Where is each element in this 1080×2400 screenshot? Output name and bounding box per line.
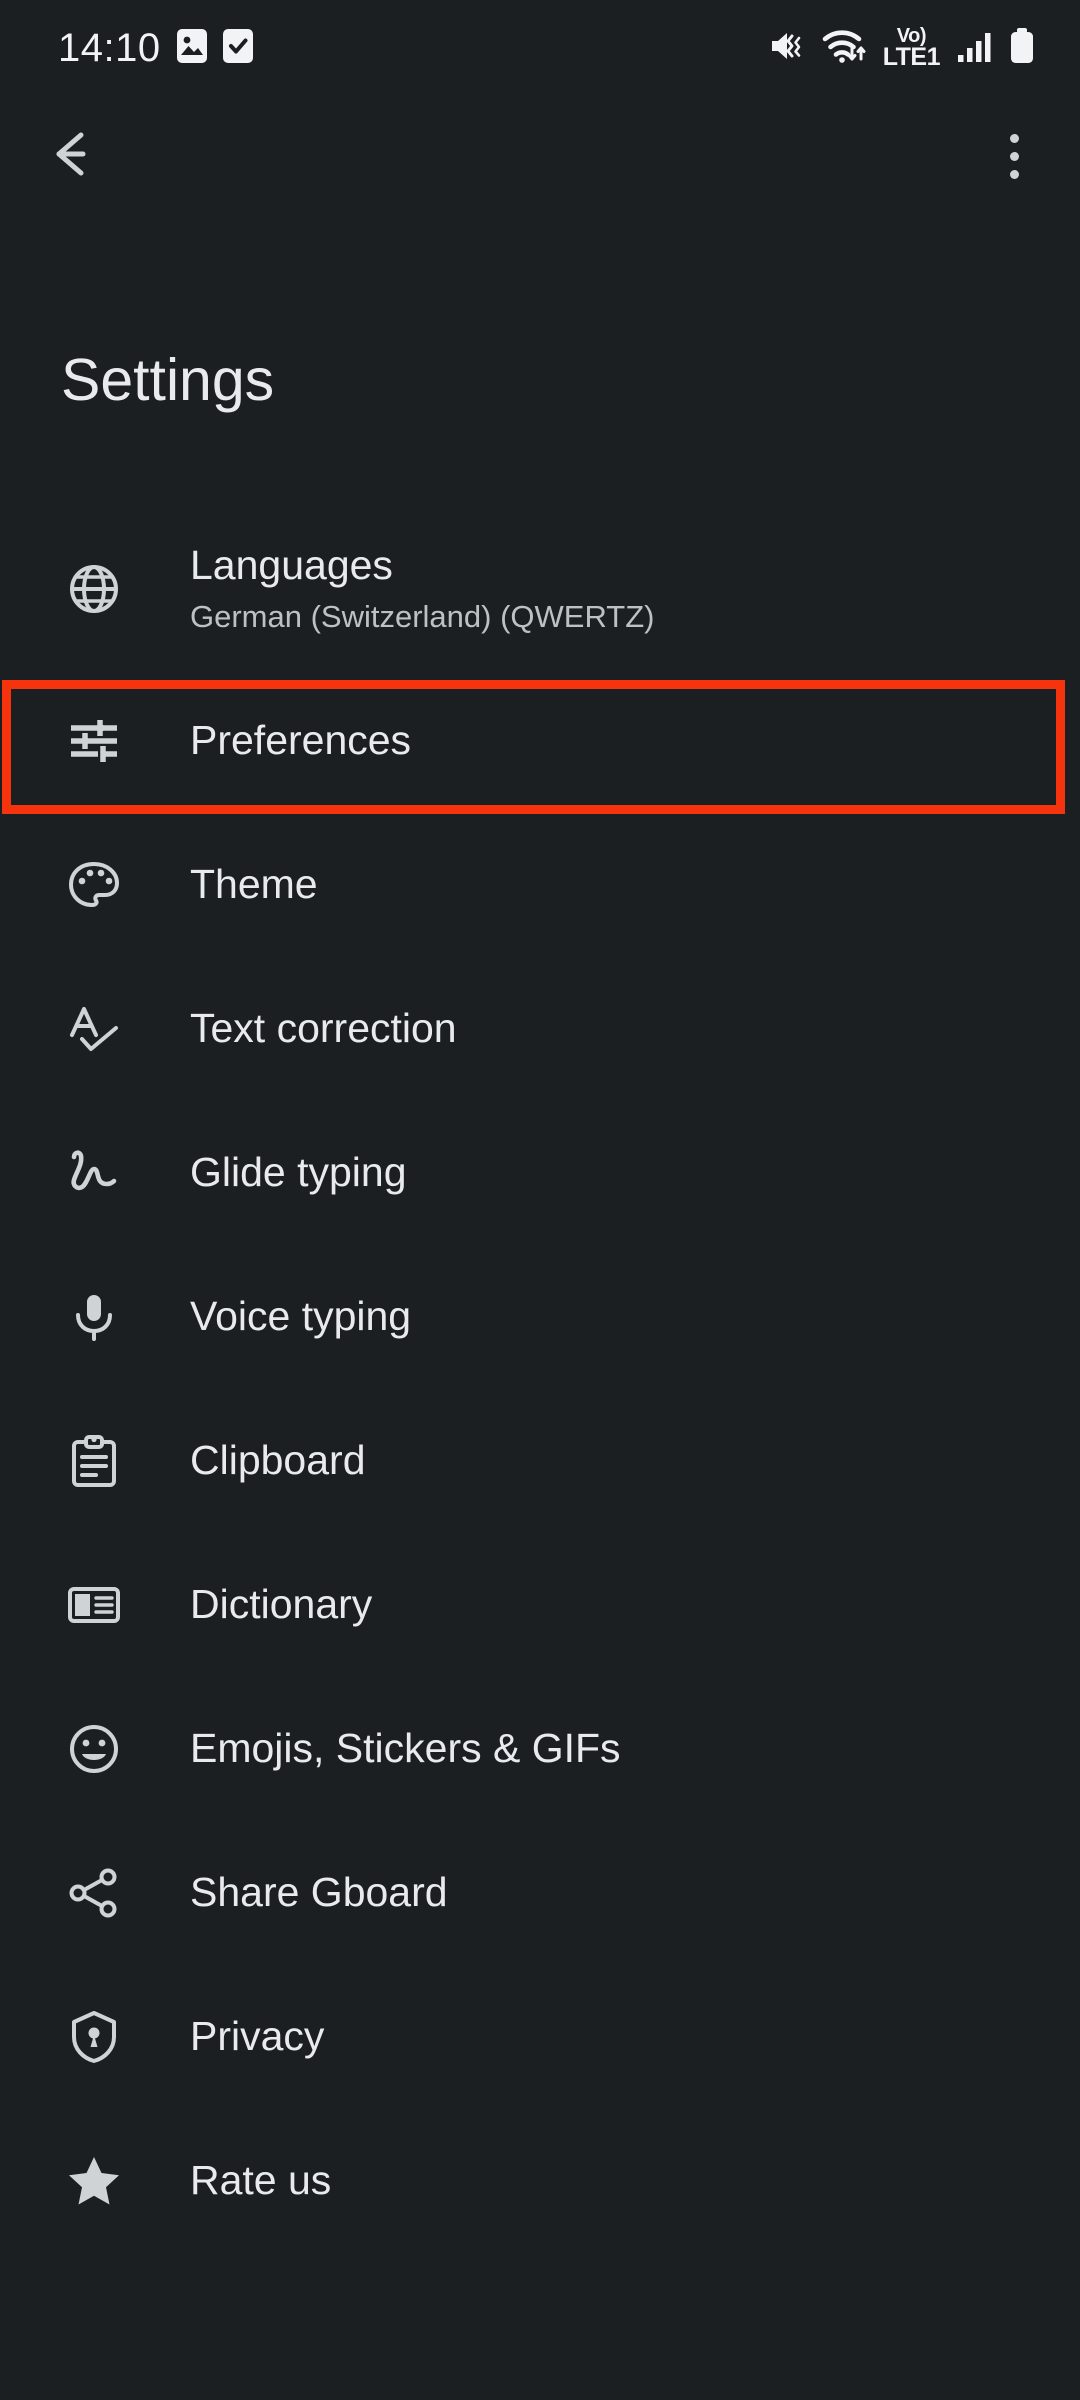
star-icon <box>62 2149 126 2213</box>
microphone-icon <box>62 1285 126 1349</box>
settings-item-text: Share Gboard <box>190 1869 448 1916</box>
settings-item-preferences[interactable]: Preferences <box>0 669 1080 813</box>
overflow-menu-button[interactable] <box>976 118 1052 194</box>
app-bar <box>0 96 1080 216</box>
volume-mute-vibrate-icon <box>769 29 805 68</box>
back-button[interactable] <box>38 118 114 194</box>
arrow-back-icon <box>47 129 105 184</box>
status-clock: 14:10 <box>58 26 161 70</box>
settings-item-privacy[interactable]: Privacy <box>0 1965 1080 2109</box>
status-bar-right: Vo) LTE1 <box>769 26 1034 71</box>
status-bar-left: 14:10 <box>58 28 253 68</box>
settings-item-text: Rate us <box>190 2157 331 2204</box>
settings-item-text-correction[interactable]: Text correction <box>0 957 1080 1101</box>
settings-item-share-gboard[interactable]: Share Gboard <box>0 1821 1080 1965</box>
settings-item-theme[interactable]: Theme <box>0 813 1080 957</box>
settings-item-text: Languages German (Switzerland) (QWERTZ) <box>190 542 655 635</box>
settings-item-label: Voice typing <box>190 1293 412 1340</box>
more-vert-icon-dot <box>1009 151 1019 161</box>
settings-item-dictionary[interactable]: Dictionary <box>0 1533 1080 1677</box>
smiley-icon <box>62 1717 126 1781</box>
settings-item-text: Privacy <box>190 2013 324 2060</box>
settings-item-text: Clipboard <box>190 1437 366 1484</box>
settings-item-voice-typing[interactable]: Voice typing <box>0 1245 1080 1389</box>
settings-item-text: Text correction <box>190 1005 457 1052</box>
share-icon <box>62 1861 126 1925</box>
settings-item-label: Text correction <box>190 1005 457 1052</box>
gesture-icon <box>62 1141 126 1205</box>
signal-bars-icon <box>957 29 993 68</box>
settings-item-label: Preferences <box>190 717 412 764</box>
palette-icon <box>62 853 126 917</box>
settings-item-label: Dictionary <box>190 1581 373 1628</box>
settings-item-label: Glide typing <box>190 1149 407 1196</box>
shield-lock-icon <box>62 2005 126 2069</box>
settings-item-label: Clipboard <box>190 1437 366 1484</box>
settings-list: Languages German (Switzerland) (QWERTZ) <box>0 509 1080 2253</box>
dictionary-icon <box>62 1573 126 1637</box>
settings-item-text: Theme <box>190 861 318 908</box>
settings-item-clipboard[interactable]: Clipboard <box>0 1389 1080 1533</box>
settings-item-languages[interactable]: Languages German (Switzerland) (QWERTZ) <box>0 509 1080 669</box>
settings-item-subtitle: German (Switzerland) (QWERTZ) <box>190 599 655 635</box>
settings-item-label: Languages <box>190 542 393 589</box>
image-icon <box>176 28 207 68</box>
volte-bottom-label: LTE1 <box>882 42 941 71</box>
clipboard-icon <box>62 1429 126 1493</box>
more-vert-icon-dot <box>1009 133 1019 143</box>
settings-item-label: Rate us <box>190 2157 332 2204</box>
page-title: Settings <box>61 347 275 413</box>
settings-item-label: Privacy <box>190 2013 325 2060</box>
globe-icon <box>62 557 126 621</box>
battery-icon <box>1010 27 1034 69</box>
settings-item-text: Emojis, Stickers & GIFs <box>190 1725 621 1772</box>
settings-item-glide-typing[interactable]: Glide typing <box>0 1101 1080 1245</box>
status-bar: 14:10 Vo) LTE1 <box>0 0 1080 96</box>
wifi-icon <box>822 28 866 69</box>
spellcheck-icon <box>62 997 126 1061</box>
settings-item-rate-us[interactable]: Rate us <box>0 2109 1080 2253</box>
settings-item-emojis-stickers-gifs[interactable]: Emojis, Stickers & GIFs <box>0 1677 1080 1821</box>
phone-screen: 14:10 Vo) LTE1 Settings Languages German… <box>0 0 1080 2400</box>
tune-icon <box>62 709 126 773</box>
settings-item-label: Emojis, Stickers & GIFs <box>190 1725 621 1772</box>
volte-icon: Vo) LTE1 <box>882 26 941 71</box>
more-vert-icon-dot <box>1009 169 1019 179</box>
settings-item-label: Theme <box>190 861 318 908</box>
settings-item-text: Glide typing <box>190 1149 407 1196</box>
settings-item-text: Voice typing <box>190 1293 411 1340</box>
settings-item-text: Dictionary <box>190 1581 372 1628</box>
task-check-icon <box>222 28 253 68</box>
settings-item-label: Share Gboard <box>190 1869 448 1916</box>
settings-item-text: Preferences <box>190 717 411 764</box>
